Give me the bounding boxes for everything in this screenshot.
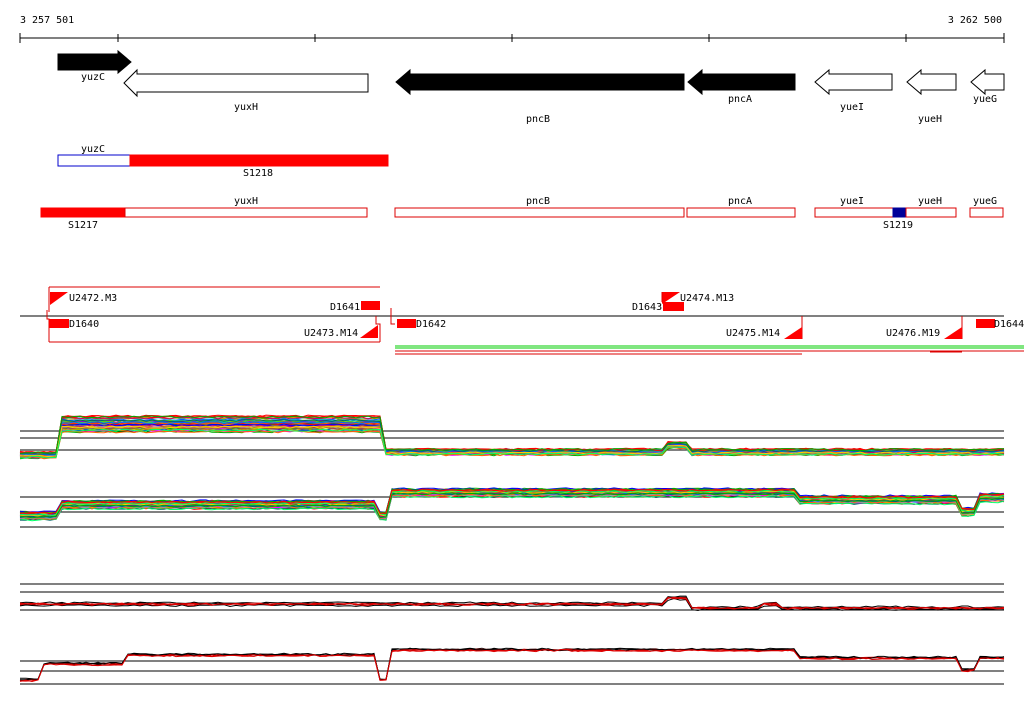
gene-arrow-pncA[interactable] bbox=[687, 68, 796, 96]
segment-track-1: yuzC S1218 bbox=[57, 144, 389, 179]
expression-profile-minus bbox=[19, 487, 1005, 528]
segment-track-2: yuxH S1217 pncB pncA yueI yueH S1219 yue… bbox=[40, 196, 1004, 231]
feature-label-U2475: U2475.M14 bbox=[726, 328, 780, 339]
profile-line bbox=[20, 647, 1005, 681]
gene-arrow-yuxH[interactable] bbox=[123, 68, 369, 98]
segment-yueH[interactable] bbox=[905, 207, 957, 218]
promoter-U2472[interactable] bbox=[50, 292, 68, 305]
segment-pncB[interactable] bbox=[394, 207, 685, 218]
segment-label-S1218: S1218 bbox=[243, 168, 273, 179]
terminator-D1640[interactable] bbox=[49, 319, 69, 328]
coordinate-ruler: 3 257 501 3 262 500 bbox=[19, 15, 1005, 43]
summary-profile-plus bbox=[19, 583, 1005, 612]
segment-yueG[interactable] bbox=[969, 207, 1004, 218]
segment-label-S1219: S1219 bbox=[883, 220, 913, 231]
segment-label-yuzC: yuzC bbox=[81, 144, 105, 155]
gene-track: yuzC yuxH pncB pncA yueI yueH yueG bbox=[57, 49, 1005, 125]
feature-label-D1641: D1641 bbox=[330, 302, 360, 313]
gene-label-yueH: yueH bbox=[918, 114, 942, 125]
segment-label-S1217: S1217 bbox=[68, 220, 98, 231]
gene-arrow-yueG[interactable] bbox=[970, 68, 1005, 96]
gene-label-pncB: pncB bbox=[526, 114, 550, 125]
gene-arrow-pncB[interactable] bbox=[395, 68, 685, 96]
profile-line bbox=[19, 428, 1005, 459]
segment-yuxH[interactable] bbox=[124, 207, 368, 218]
segment-S1217[interactable] bbox=[40, 207, 126, 218]
segment-label-pncB: pncB bbox=[526, 196, 550, 207]
terminator-D1641[interactable] bbox=[361, 301, 380, 310]
genome-browser-canvas: 3 257 501 3 262 500 yuzC yuxH pncB pncA … bbox=[19, 15, 1024, 685]
segment-S1218[interactable] bbox=[129, 154, 389, 167]
segment-S1219[interactable] bbox=[892, 207, 907, 218]
promoter-U2473[interactable] bbox=[360, 325, 378, 338]
feature-label-U2474: U2474.M13 bbox=[680, 293, 734, 304]
gene-arrow-yueH[interactable] bbox=[906, 68, 957, 96]
feature-label-U2472: U2472.M3 bbox=[69, 293, 117, 304]
ruler-start-label: 3 257 501 bbox=[20, 15, 74, 26]
terminator-D1642[interactable] bbox=[397, 319, 416, 328]
promoter-U2475[interactable] bbox=[784, 327, 802, 339]
segment-label-yueI: yueI bbox=[840, 196, 864, 207]
profile-line bbox=[19, 647, 1005, 681]
gene-label-yuxH: yuxH bbox=[234, 102, 258, 113]
feature-label-D1643: D1643 bbox=[632, 302, 662, 313]
feature-label-D1640: D1640 bbox=[69, 319, 99, 330]
feature-label-U2476: U2476.M19 bbox=[886, 328, 940, 339]
gene-label-yueI: yueI bbox=[840, 102, 864, 113]
promoter-U2476[interactable] bbox=[944, 327, 962, 339]
feature-label-D1644: D1644 bbox=[994, 319, 1024, 330]
gene-label-yueG: yueG bbox=[973, 94, 997, 105]
gene-label-pncA: pncA bbox=[728, 94, 752, 105]
gene-label-yuzC: yuzC bbox=[81, 72, 105, 83]
feature-track: U2472.M3 D1641 D1640 U2473.M14 D1642 D16… bbox=[20, 286, 1024, 355]
expression-profile-plus bbox=[19, 414, 1005, 460]
ruler-end-label: 3 262 500 bbox=[948, 15, 1002, 26]
segment-label-yueG: yueG bbox=[973, 196, 997, 207]
terminator-D1644[interactable] bbox=[976, 319, 995, 328]
segment-label-pncA: pncA bbox=[728, 196, 752, 207]
segment-label-yueH: yueH bbox=[918, 196, 942, 207]
segment-yuzC[interactable] bbox=[57, 154, 131, 167]
summary-profile-minus bbox=[19, 647, 1005, 685]
feature-label-D1642: D1642 bbox=[416, 319, 446, 330]
feature-label-U2473: U2473.M14 bbox=[304, 328, 358, 339]
segment-yueI[interactable] bbox=[814, 207, 894, 218]
segment-label-yuxH: yuxH bbox=[234, 196, 258, 207]
gene-arrow-yuzC[interactable] bbox=[57, 49, 132, 75]
gene-arrow-yueI[interactable] bbox=[814, 68, 893, 96]
segment-pncA[interactable] bbox=[686, 207, 796, 218]
